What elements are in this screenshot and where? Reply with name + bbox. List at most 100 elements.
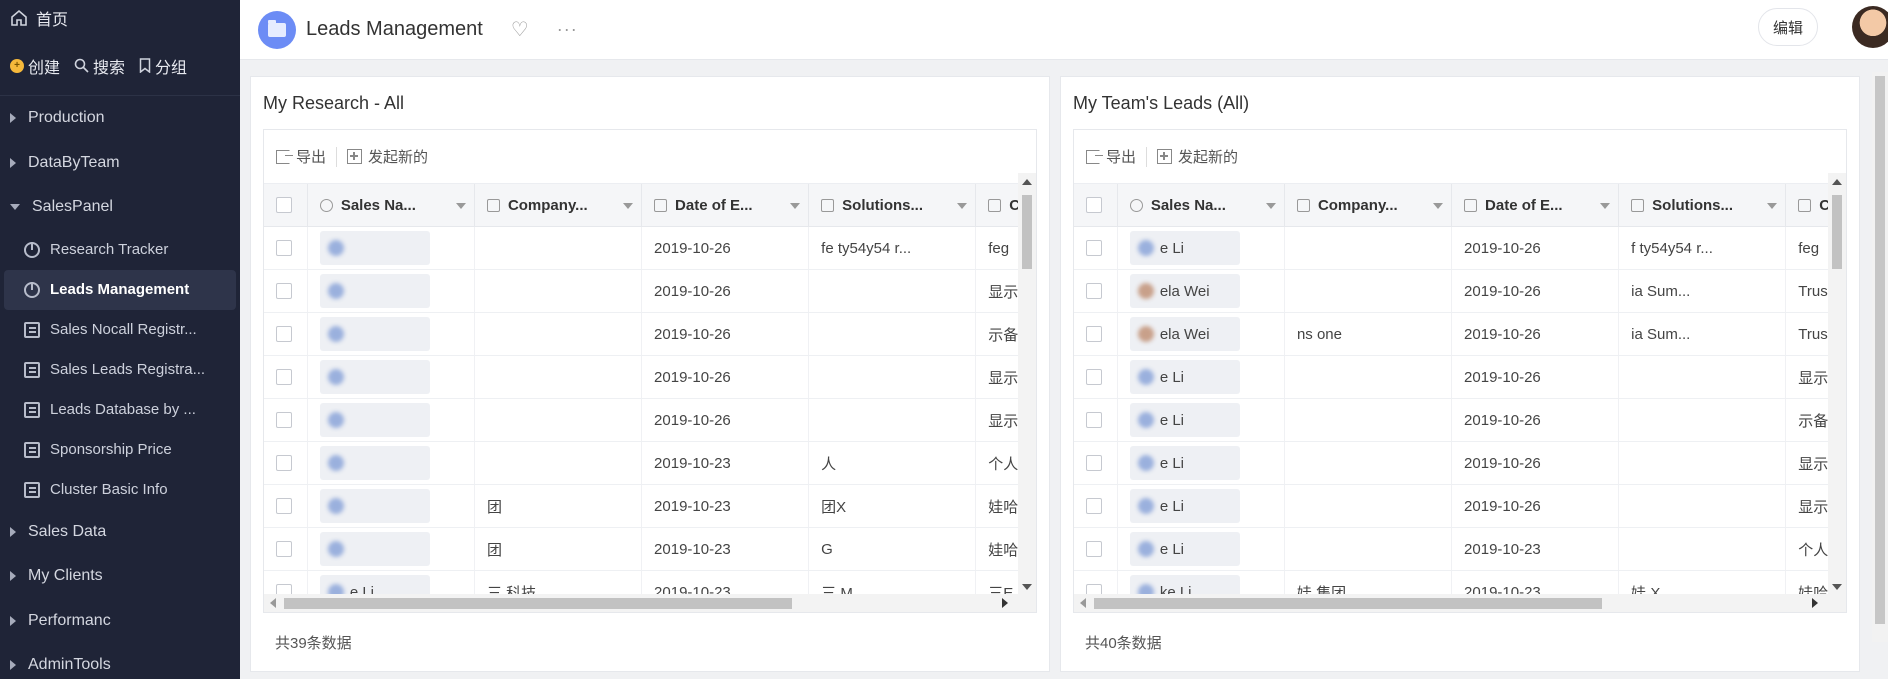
- user-chip[interactable]: e Li: [1129, 403, 1240, 437]
- table-row[interactable]: 团 2019-10-23 团X 娃哈: [264, 485, 1036, 528]
- sidebar-group-sales-data[interactable]: Sales Data: [0, 510, 240, 555]
- row-checkbox[interactable]: [276, 369, 292, 385]
- column-header-company[interactable]: Company...: [475, 184, 643, 226]
- user-chip[interactable]: [319, 403, 430, 437]
- cell-company[interactable]: 团: [475, 485, 643, 527]
- column-header-company[interactable]: Company...: [1285, 184, 1453, 226]
- page-scrollbar[interactable]: [1872, 72, 1888, 642]
- cell-date[interactable]: 2019-10-26: [642, 270, 810, 312]
- scroll-up-icon[interactable]: [1832, 179, 1842, 185]
- cell-sales-name[interactable]: e Li: [1118, 399, 1285, 441]
- sidebar-home[interactable]: 首页: [0, 0, 240, 36]
- cell-date[interactable]: 2019-10-26: [1452, 270, 1620, 312]
- table-row[interactable]: e Li 2019-10-26 显示: [1074, 356, 1846, 399]
- heart-icon[interactable]: ♡: [511, 17, 529, 42]
- vertical-scrollbar[interactable]: [1018, 173, 1036, 612]
- scroll-down-icon[interactable]: [1022, 584, 1032, 590]
- user-chip[interactable]: [319, 317, 430, 351]
- cell-solution[interactable]: [1619, 528, 1787, 570]
- scroll-thumb[interactable]: [284, 598, 792, 609]
- user-chip[interactable]: e Li: [1129, 360, 1240, 394]
- cell-solution[interactable]: f ty54y54 r...: [1619, 227, 1787, 269]
- cell-sales-name[interactable]: [308, 485, 475, 527]
- sort-icon[interactable]: [1433, 203, 1444, 209]
- cell-solution[interactable]: 团X: [809, 485, 977, 527]
- row-checkbox[interactable]: [1086, 455, 1102, 471]
- edit-button[interactable]: 编辑: [1757, 8, 1818, 46]
- sidebar-group-performanc[interactable]: Performanc: [0, 599, 240, 644]
- table-row[interactable]: 团 2019-10-23 G 娃哈: [264, 528, 1036, 571]
- cell-solution[interactable]: [809, 399, 977, 441]
- row-checkbox[interactable]: [276, 326, 292, 342]
- user-chip[interactable]: [319, 489, 430, 523]
- table-row[interactable]: 2019-10-26 fe ty54y54 r... feg: [264, 227, 1036, 270]
- cell-date[interactable]: 2019-10-26: [642, 356, 810, 398]
- cell-sales-name[interactable]: e Li: [1118, 227, 1285, 269]
- avatar[interactable]: [1852, 6, 1888, 48]
- cell-date[interactable]: 2019-10-23: [1452, 528, 1620, 570]
- cell-company[interactable]: [1285, 528, 1453, 570]
- sidebar-group-databyteam[interactable]: DataByTeam: [0, 141, 240, 186]
- sort-icon[interactable]: [623, 203, 634, 209]
- horizontal-scrollbar[interactable]: [1074, 594, 1846, 612]
- sidebar-group-admintools[interactable]: AdminTools: [0, 643, 240, 679]
- row-checkbox[interactable]: [276, 455, 292, 471]
- row-checkbox[interactable]: [276, 498, 292, 514]
- cell-company[interactable]: ns one: [1285, 313, 1453, 355]
- scroll-right-icon[interactable]: [1002, 598, 1008, 608]
- scroll-thumb[interactable]: [1832, 195, 1842, 269]
- row-checkbox[interactable]: [1086, 326, 1102, 342]
- row-checkbox[interactable]: [1086, 412, 1102, 428]
- cell-solution[interactable]: [809, 356, 977, 398]
- user-chip[interactable]: ela Wei: [1129, 317, 1240, 351]
- sidebar-group-my-clients[interactable]: My Clients: [0, 554, 240, 599]
- sidebar-group-production[interactable]: Production: [0, 96, 240, 141]
- table-row[interactable]: e Li 2019-10-26 示备: [1074, 399, 1846, 442]
- table-row[interactable]: e Li 2019-10-26 f ty54y54 r... feg: [1074, 227, 1846, 270]
- scroll-left-icon[interactable]: [270, 598, 276, 608]
- table-row[interactable]: 2019-10-23 人 个人: [264, 442, 1036, 485]
- sidebar-item-leads-management[interactable]: Leads Management: [4, 269, 236, 310]
- column-header-sales-name[interactable]: Sales Na...: [308, 184, 475, 226]
- row-checkbox[interactable]: [276, 412, 292, 428]
- sort-icon[interactable]: [455, 203, 466, 209]
- cell-company[interactable]: [1285, 399, 1453, 441]
- scroll-right-icon[interactable]: [1812, 598, 1818, 608]
- more-button[interactable]: ···: [557, 19, 578, 40]
- sidebar-item-sales-leads[interactable]: Sales Leads Registra...: [4, 350, 236, 390]
- cell-solution[interactable]: [809, 313, 977, 355]
- sort-icon[interactable]: [790, 203, 801, 209]
- select-all-checkbox[interactable]: [1086, 197, 1102, 213]
- column-header-date[interactable]: Date of E...: [1452, 184, 1620, 226]
- cell-sales-name[interactable]: [308, 313, 475, 355]
- sort-icon[interactable]: [957, 203, 968, 209]
- cell-date[interactable]: 2019-10-26: [642, 399, 810, 441]
- cell-company[interactable]: [475, 356, 643, 398]
- cell-company[interactable]: [1285, 442, 1453, 484]
- export-button[interactable]: 导出: [276, 146, 326, 167]
- cell-company[interactable]: [475, 399, 643, 441]
- vertical-scrollbar[interactable]: [1828, 173, 1846, 612]
- cell-solution[interactable]: [1619, 399, 1787, 441]
- cell-solution[interactable]: ia Sum...: [1619, 313, 1787, 355]
- sidebar-group-salespanel[interactable]: SalesPanel: [0, 185, 240, 230]
- cell-company[interactable]: 团: [475, 528, 643, 570]
- table-row[interactable]: e Li 2019-10-23 个人: [1074, 528, 1846, 571]
- horizontal-scrollbar[interactable]: [264, 594, 1036, 612]
- cell-sales-name[interactable]: [308, 270, 475, 312]
- cell-date[interactable]: 2019-10-23: [642, 485, 810, 527]
- cell-solution[interactable]: ia Sum...: [1619, 270, 1787, 312]
- column-header-date[interactable]: Date of E...: [642, 184, 810, 226]
- table-row[interactable]: 2019-10-26 显示: [264, 356, 1036, 399]
- cell-solution[interactable]: [1619, 485, 1787, 527]
- cell-sales-name[interactable]: e Li: [1118, 485, 1285, 527]
- scroll-thumb[interactable]: [1022, 195, 1032, 269]
- cell-date[interactable]: 2019-10-26: [642, 313, 810, 355]
- cell-company[interactable]: [1285, 356, 1453, 398]
- cell-date[interactable]: 2019-10-23: [642, 442, 810, 484]
- cell-date[interactable]: 2019-10-23: [642, 528, 810, 570]
- table-row[interactable]: 2019-10-26 显示: [264, 399, 1036, 442]
- column-header-solutions[interactable]: Solutions...: [1619, 184, 1787, 226]
- cell-date[interactable]: 2019-10-26: [1452, 442, 1620, 484]
- column-header-sales-name[interactable]: Sales Na...: [1118, 184, 1285, 226]
